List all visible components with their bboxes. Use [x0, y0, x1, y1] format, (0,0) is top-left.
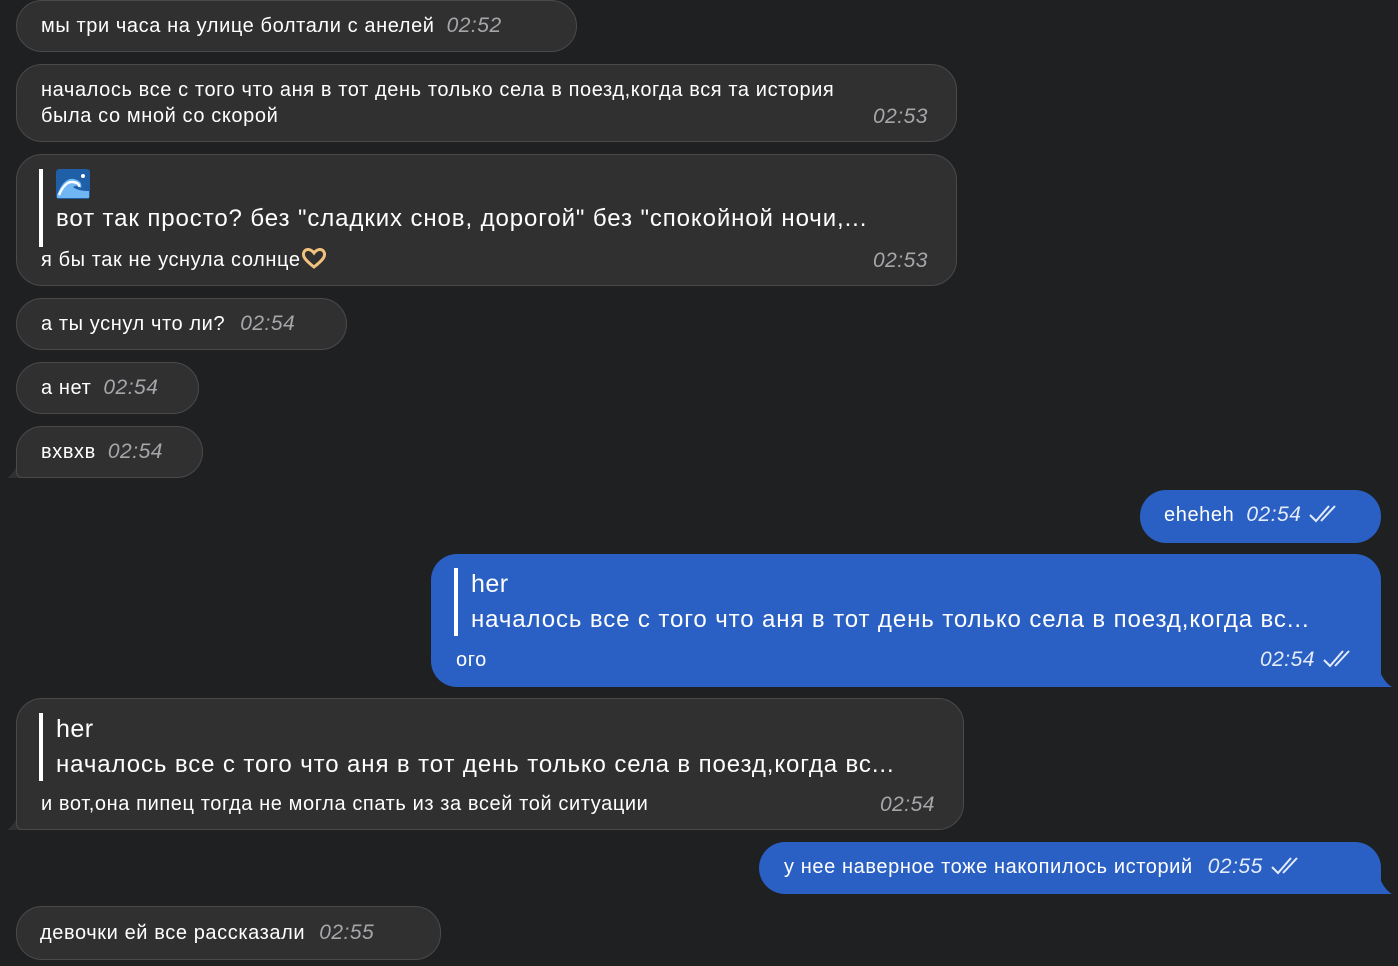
water-wave-emoji-icon	[56, 169, 867, 203]
double-check-icon	[1315, 650, 1353, 670]
message-text: и вот,она пипец тогда не могла спать из …	[41, 793, 649, 815]
incoming-message[interactable]: а нет 02:54	[16, 362, 199, 414]
reply-quote-text: началось все с того что аня в тот день т…	[471, 606, 1310, 633]
message-text: мы три часа на улице болтали с анелей	[41, 15, 435, 37]
chat-message-list[interactable]: мы три часа на улице болтали с анелей 02:…	[0, 0, 1398, 966]
message-time: 02:54	[1246, 503, 1302, 526]
reply-quote-text: началось все с того что аня в тот день т…	[56, 751, 895, 778]
message-time: 02:52	[446, 14, 502, 37]
message-text: а ты уснул что ли?	[41, 313, 226, 335]
incoming-message[interactable]: началось все с того что аня в тот день т…	[16, 64, 957, 142]
message-time: 02:53	[872, 249, 928, 272]
incoming-message[interactable]: her началось все с того что аня в тот де…	[16, 698, 964, 830]
outgoing-message[interactable]: eheheh 02:54	[1140, 490, 1381, 543]
message-time: 02:54	[240, 312, 296, 335]
incoming-message[interactable]: вот так просто? без "сладких снов, дорог…	[16, 154, 957, 286]
message-text: у нее наверное тоже накопилось историй	[784, 856, 1193, 878]
reply-quote[interactable]: her началось все с того что аня в тот де…	[39, 713, 895, 781]
double-check-icon	[1263, 857, 1301, 877]
message-time: 02:54	[1259, 648, 1315, 671]
reply-quote-text: вот так просто? без "сладких снов, дорог…	[56, 205, 868, 232]
incoming-message[interactable]: а ты уснул что ли? 02:54	[16, 298, 347, 350]
message-time: 02:54	[103, 376, 159, 399]
message-text: eheheh	[1164, 504, 1235, 526]
reply-quote-author: her	[471, 570, 509, 598]
message-time: 02:54	[107, 440, 163, 463]
outgoing-message[interactable]: у нее наверное тоже накопилось историй 02…	[759, 842, 1381, 894]
message-text: девочки ей все рассказали	[40, 922, 306, 944]
incoming-message[interactable]: девочки ей все рассказали 02:55	[16, 906, 441, 960]
incoming-message[interactable]: вхвхв 02:54	[16, 426, 203, 478]
message-time: 02:55	[319, 921, 375, 944]
message-time: 02:55	[1207, 855, 1263, 878]
reply-quote[interactable]: her началось все с того что аня в тот де…	[454, 568, 1310, 636]
message-text: была со мной со скорой	[41, 105, 279, 127]
reply-quote-author: her	[56, 715, 94, 743]
incoming-message[interactable]: мы три часа на улице болтали с анелей 02:…	[16, 0, 577, 52]
message-text: а нет	[41, 377, 92, 399]
outgoing-message[interactable]: her началось все с того что аня в тот де…	[431, 554, 1381, 687]
reply-quote[interactable]: вот так просто? без "сладких снов, дорог…	[39, 169, 867, 247]
message-text: вхвхв	[41, 441, 96, 463]
message-time: 02:53	[872, 105, 928, 128]
message-time: 02:54	[879, 793, 935, 816]
heart-hands-emoji-icon	[301, 248, 327, 270]
message-text: я бы так не уснула солнце	[41, 249, 301, 271]
message-text: началось все с того что аня в тот день т…	[41, 79, 835, 101]
message-text: ого	[456, 649, 487, 671]
double-check-icon	[1301, 505, 1339, 525]
